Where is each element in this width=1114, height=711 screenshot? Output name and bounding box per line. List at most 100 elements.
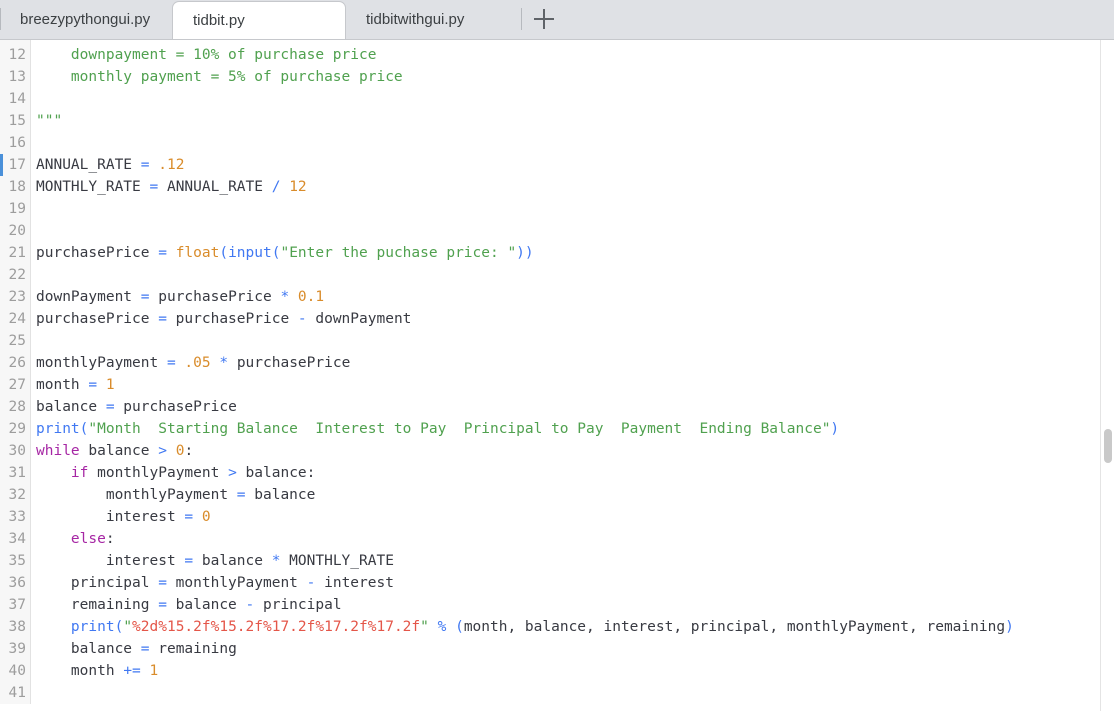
code-line[interactable]: monthlyPayment = .05 * purchasePrice [36,352,1114,374]
token-plain: monthlyPayment [88,465,229,481]
token-op: = [88,377,98,393]
token-plain: purchasePrice [149,289,281,305]
code-line[interactable]: ​ [36,88,1114,110]
token-punc: ) [1005,619,1014,635]
token-plain: monthlyPayment [36,355,167,371]
token-number: 1 [149,663,159,679]
code-line[interactable]: remaining = balance - principal [36,594,1114,616]
token-op: = [149,179,159,195]
code-line[interactable]: downPayment = purchasePrice * 0.1 [36,286,1114,308]
token-plain: MONTHLY_RATE [36,179,150,195]
code-line[interactable]: interest = 0 [36,506,1114,528]
code-line[interactable]: purchasePrice = float(input("Enter the p… [36,242,1114,264]
code-line[interactable]: ANNUAL_RATE = .12 [36,154,1114,176]
vertical-scrollbar[interactable] [1100,40,1114,711]
code-line[interactable]: monthlyPayment = balance [36,484,1114,506]
token-number: .12 [158,157,185,173]
code-line[interactable]: if monthlyPayment > balance: [36,462,1114,484]
code-line[interactable]: principal = monthlyPayment - interest [36,572,1114,594]
line-number: 30 [8,443,26,459]
code-line[interactable]: month += 1 [36,660,1114,682]
token-plain: interest [36,509,185,525]
line-number: 40 [8,663,26,679]
code-line[interactable]: print("%2d%15.2f%15.2f%17.2f%17.2f%17.2f… [36,616,1114,638]
token-punc: ( [114,619,124,635]
token-plain: monthlyPayment [36,487,237,503]
code-line[interactable]: balance = purchasePrice [36,396,1114,418]
code-line[interactable]: month = 1 [36,374,1114,396]
line-number: 34 [8,531,26,547]
code-line[interactable]: ​ [36,220,1114,242]
line-number: 13 [8,69,26,85]
code-line[interactable]: interest = balance * MONTHLY_RATE [36,550,1114,572]
line-number: 25 [8,333,26,349]
code-line[interactable]: ​ [36,682,1114,704]
tab-tidbitwithgui[interactable]: tidbitwithgui.py [346,0,521,39]
code-line[interactable]: """ [36,110,1114,132]
token-op: += [123,663,141,679]
token-plain: purchasePrice [166,311,298,327]
token-comment: monthly payment = 5% of purchase price [36,69,403,85]
token-op: - [297,311,307,327]
token-plain: interest [315,575,394,591]
token-fmt: %2d%15.2f%15.2f%17.2f%17.2f%17.2f [132,619,421,635]
code-line[interactable]: purchasePrice = purchasePrice - downPaym… [36,308,1114,330]
token-number: 1 [105,377,115,393]
token-number: 12 [289,179,307,195]
line-number: 35 [8,553,26,569]
code-line[interactable]: downpayment = 10% of purchase price [36,44,1114,66]
line-number: 17 [8,157,26,173]
plus-icon[interactable] [532,7,556,31]
line-number-gutter: 12 13 14 15 16 17 18 19 20 21 22 23 24 25 26 27 28 29 30 31… [0,40,31,704]
code-line[interactable]: monthly payment = 5% of purchase price [36,66,1114,88]
line-number: 18 [8,179,26,195]
new-tab-area [521,0,567,39]
line-number: 33 [8,509,26,525]
token-plain: : [105,531,115,547]
line-number: 39 [8,641,26,657]
token-builtin: print [36,421,80,437]
token-plain: purchasePrice [114,399,237,415]
token-punc: ( [455,619,464,635]
token-plain: balance [36,399,106,415]
token-op: - [245,597,255,613]
line-number: 24 [8,311,26,327]
tab-tidbit[interactable]: tidbit.py [172,1,346,39]
token-plain: remaining [149,641,237,657]
token-plain: balance: [236,465,316,481]
token-op: = [236,487,246,503]
code-line[interactable]: else: [36,528,1114,550]
code-line[interactable]: ​ [36,198,1114,220]
code-content[interactable]: downpayment = 10% of purchase price mont… [31,40,1114,704]
code-line[interactable]: balance = remaining [36,638,1114,660]
line-number: 20 [8,223,26,239]
token-op: * [280,289,290,305]
code-line[interactable]: ​ [36,264,1114,286]
line-number: 28 [8,399,26,415]
token-op: = [158,245,167,261]
code-editor[interactable]: 12 13 14 15 16 17 18 19 20 21 22 23 24 25 26 27 28 29 30 31… [0,40,1114,711]
code-line[interactable]: while balance > 0: [36,440,1114,462]
code-line[interactable]: ​ [36,132,1114,154]
tab-label: tidbitwithgui.py [366,10,465,28]
tab-breezypythongui[interactable]: breezypythongui.py [0,0,172,39]
token-plain: ANNUAL_RATE [36,157,141,173]
token-plain: month [36,663,124,679]
tab-separator-icon [0,8,1,30]
code-line[interactable]: print("Month Starting Balance Interest t… [36,418,1114,440]
token-comment: downpayment = 10% of purchase price [36,47,377,63]
code-area: 12 13 14 15 16 17 18 19 20 21 22 23 24 25 26 27 28 29 30 31… [0,40,1114,704]
token-op: = [140,157,150,173]
vertical-scrollbar-thumb[interactable] [1104,429,1112,463]
token-op: = [105,399,115,415]
code-line[interactable]: MONTHLY_RATE = ANNUAL_RATE / 12 [36,176,1114,198]
code-line[interactable]: ​ [36,330,1114,352]
token-plain: principal [36,575,159,591]
line-number: 37 [8,597,26,613]
